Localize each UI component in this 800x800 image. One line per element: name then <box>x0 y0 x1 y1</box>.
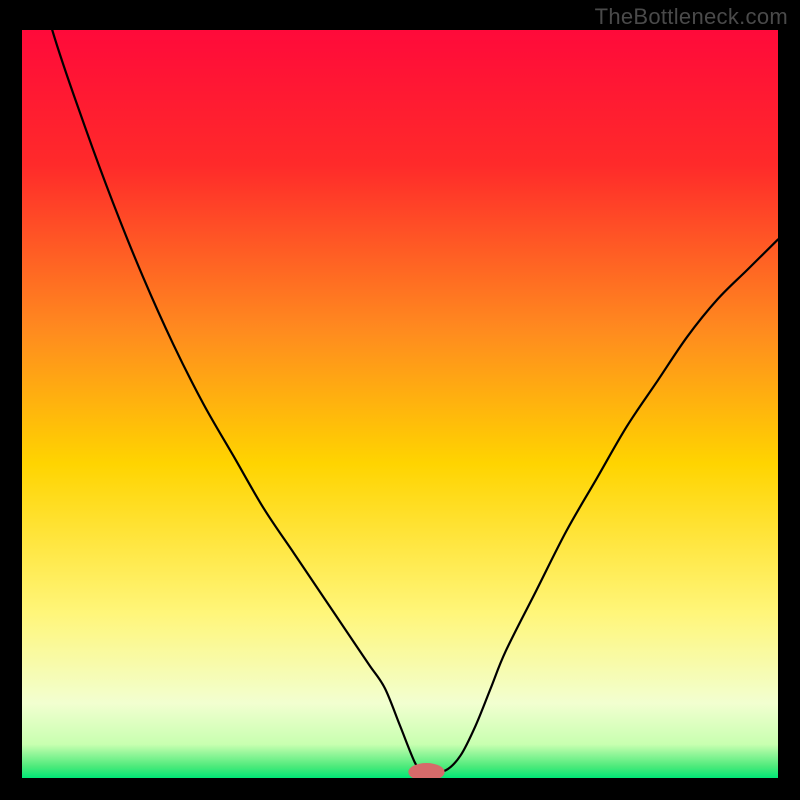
watermark-text: TheBottleneck.com <box>595 4 788 30</box>
gradient-background <box>22 30 778 778</box>
chart-container: TheBottleneck.com <box>0 0 800 800</box>
plot-area <box>22 30 778 778</box>
chart-svg <box>22 30 778 778</box>
